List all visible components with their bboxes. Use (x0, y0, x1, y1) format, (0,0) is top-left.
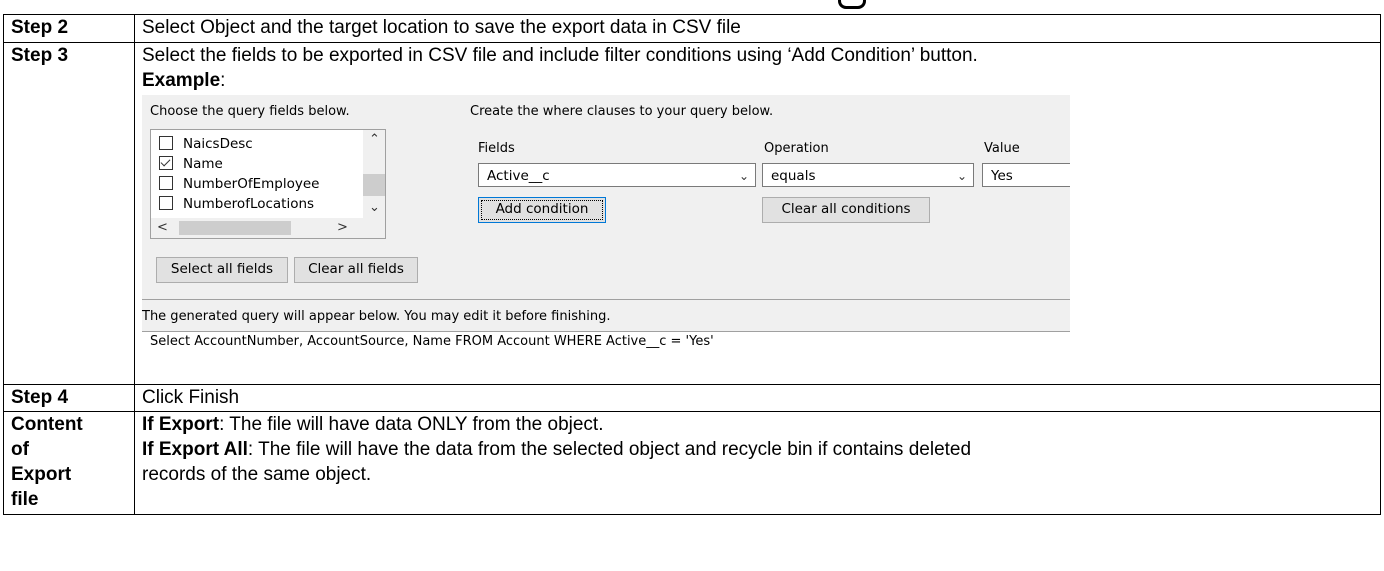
label-line: file (11, 489, 39, 510)
label-line: Export (11, 464, 72, 485)
query-fields-listbox[interactable]: NaicsDesc Name NumberOfEmployee Numberof… (150, 129, 386, 239)
step-text: Select the fields to be exported in CSV … (142, 45, 978, 66)
example-label: Example (142, 70, 221, 91)
list-item[interactable]: NumberofLocations (159, 196, 314, 216)
generated-query-note: The generated query will appear below. Y… (142, 309, 611, 324)
table-row: Step 3 Select the fields to be exported … (3, 42, 1381, 385)
divider (142, 299, 1070, 300)
checkbox[interactable] (159, 196, 173, 210)
export-all-desc: : The file will have the data from the s… (247, 439, 972, 460)
query-text-field[interactable]: Select AccountNumber, AccountSource, Nam… (142, 331, 1070, 353)
operation-column-label: Operation (764, 141, 829, 156)
list-item[interactable]: Name (159, 156, 223, 176)
scrollbar-thumb[interactable] (179, 221, 291, 235)
clear-all-fields-button[interactable]: Clear all fields (294, 257, 418, 283)
table-row: Step 4 Click Finish (3, 384, 1381, 412)
step-content: Select the fields to be exported in CSV … (134, 42, 1381, 385)
field-name: NaicsDesc (183, 136, 253, 152)
operation-select[interactable]: equals ⌄ (762, 163, 974, 187)
example-colon: : (220, 70, 226, 91)
checkbox-checked[interactable] (159, 156, 173, 170)
label-line: Content (11, 414, 83, 435)
field-select-value: Active__c (487, 168, 550, 184)
scrollbar-thumb[interactable] (363, 174, 385, 196)
list-item[interactable]: NumberOfEmployee (159, 176, 319, 196)
field-name: NumberofLocations (183, 196, 315, 212)
example-heading: Example: (142, 68, 1373, 93)
table-row: Step 2 Select Object and the target loca… (3, 14, 1381, 43)
value-input-text: Yes (991, 168, 1013, 184)
checkbox[interactable] (159, 136, 173, 150)
export-content-description: If Export: The file will have data ONLY … (134, 411, 1381, 515)
vertical-scrollbar[interactable]: ⌃ ⌄ (363, 130, 385, 218)
field-name: Name (183, 156, 223, 172)
choose-fields-label: Choose the query fields below. (150, 104, 350, 119)
scroll-right-icon[interactable]: > (337, 220, 348, 236)
field-name: NumberOfEmployee (183, 176, 320, 192)
horizontal-scrollbar[interactable]: < > (151, 218, 385, 238)
step-label: Step 2 (3, 14, 135, 43)
list-item[interactable]: NaicsDesc (159, 136, 253, 156)
value-column-label: Value (984, 141, 1020, 156)
chevron-down-icon: ⌄ (956, 169, 967, 183)
cropped-heading-fragment (0, 0, 1384, 14)
scroll-down-icon[interactable]: ⌄ (369, 200, 380, 216)
chevron-down-icon: ⌄ (738, 169, 749, 183)
scroll-left-icon[interactable]: < (157, 220, 168, 236)
fields-column-label: Fields (478, 141, 515, 156)
clear-all-conditions-button[interactable]: Clear all conditions (762, 197, 930, 223)
export-term: If Export (142, 414, 220, 435)
export-all-line: If Export All: The file will have the da… (142, 437, 1373, 462)
where-clause-label: Create the where clauses to your query b… (470, 104, 774, 119)
select-all-fields-button[interactable]: Select all fields (156, 257, 288, 283)
checkbox[interactable] (159, 176, 173, 190)
scroll-up-icon[interactable]: ⌃ (369, 132, 380, 148)
step-label: Step 3 (3, 42, 135, 385)
export-all-term: If Export All (142, 439, 248, 460)
step-text: Select Object and the target location to… (134, 14, 1381, 43)
content-label: Content of Export file (3, 411, 135, 515)
add-condition-button[interactable]: Add condition (478, 197, 606, 223)
export-all-line-cont: records of the same object. (142, 464, 372, 485)
export-desc: : The file will have data ONLY from the … (219, 414, 604, 435)
instructions-table: Step 2 Select Object and the target loca… (3, 14, 1381, 515)
query-dialog-screenshot: Choose the query fields below. Create th… (142, 95, 1070, 353)
label-line: of (11, 439, 29, 460)
table-row: Content of Export file If Export: The fi… (3, 411, 1381, 515)
field-select[interactable]: Active__c ⌄ (478, 163, 756, 187)
value-input[interactable]: Yes (982, 163, 1070, 187)
step-label: Step 4 (3, 384, 135, 412)
step-text: Click Finish (134, 384, 1381, 412)
operation-select-value: equals (771, 168, 816, 184)
export-line: If Export: The file will have data ONLY … (142, 412, 1373, 437)
